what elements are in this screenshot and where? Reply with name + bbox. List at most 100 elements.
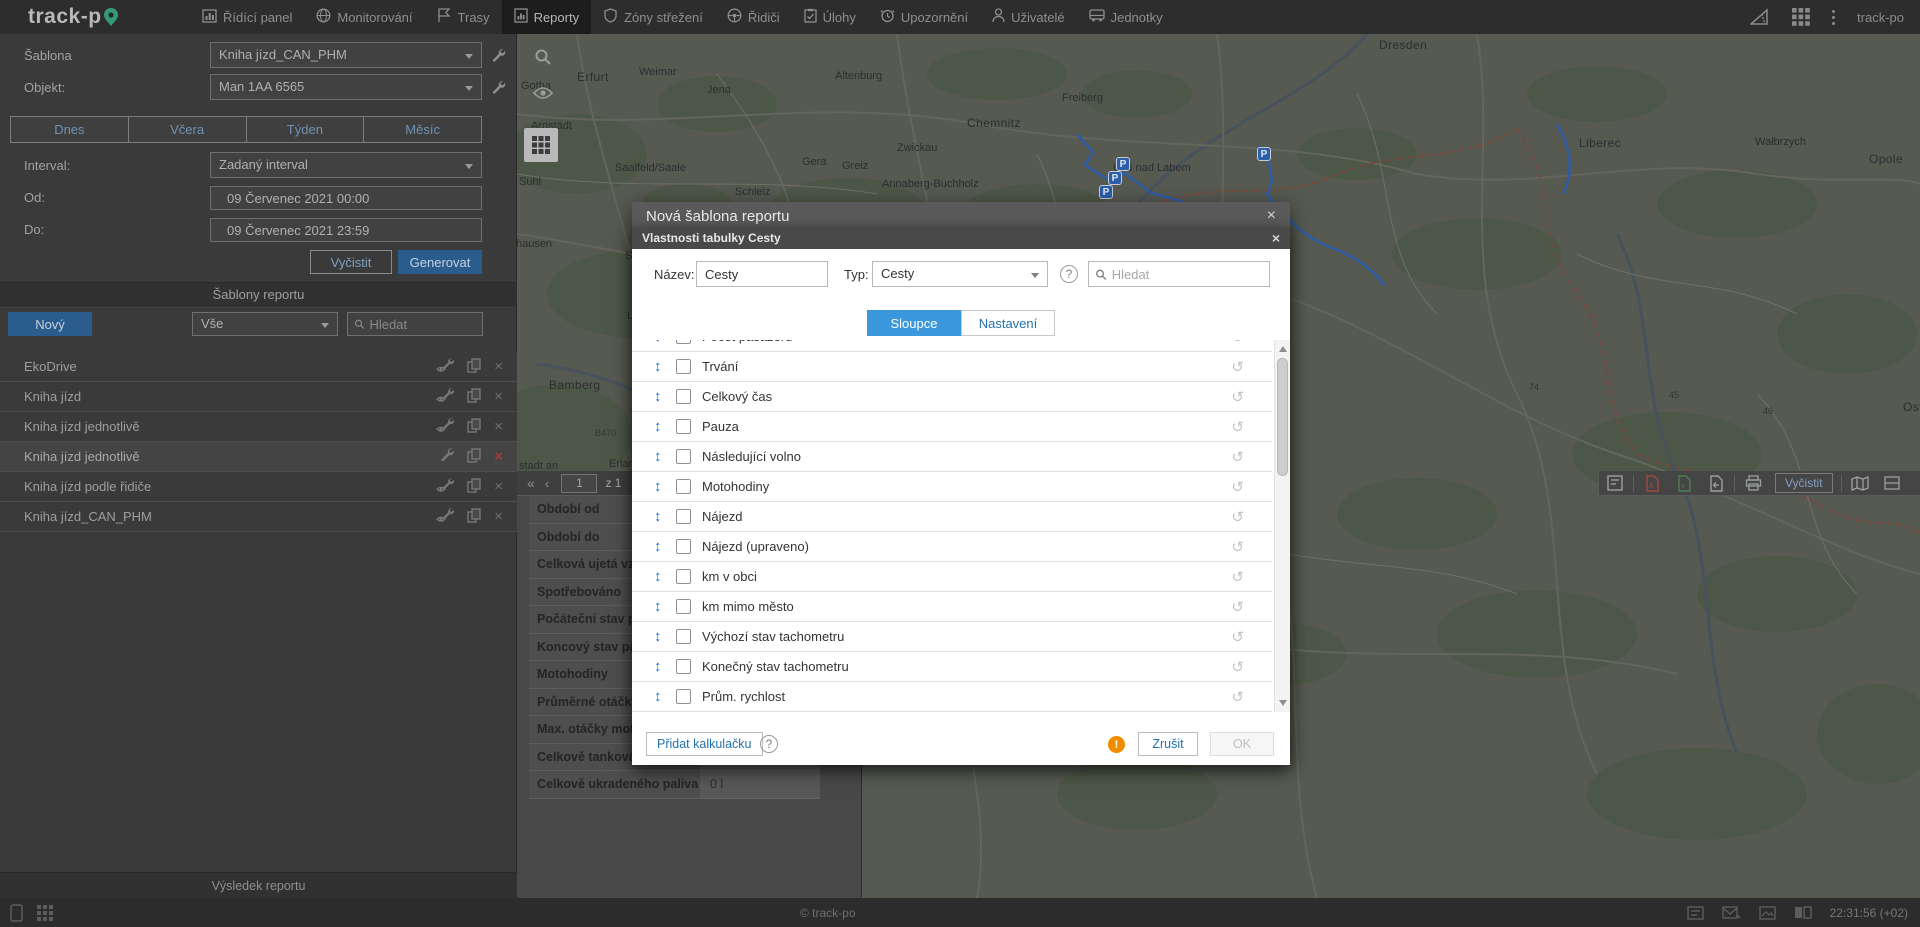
help-icon[interactable]: ?	[760, 735, 778, 753]
parking-marker[interactable]: P	[1257, 147, 1271, 161]
template-filter-select[interactable]: Vše	[192, 312, 338, 336]
list-scrollbar[interactable]	[1274, 340, 1290, 712]
delete-icon[interactable]: ×	[494, 479, 503, 494]
undo-icon[interactable]: ↺	[1231, 568, 1244, 586]
copy-icon[interactable]	[467, 508, 481, 526]
map-zoom-search-button[interactable]	[530, 44, 556, 70]
template-row[interactable]: Kniha jízd×	[0, 382, 517, 412]
object-settings-button[interactable]	[490, 79, 506, 98]
move-vertical-icon[interactable]: ↕	[654, 568, 670, 585]
parking-marker[interactable]: P	[1116, 157, 1130, 171]
template-row[interactable]: Kniha jízd_CAN_PHM×	[0, 502, 517, 532]
move-vertical-icon[interactable]: ↕	[654, 538, 670, 555]
apps-grid-icon[interactable]	[1792, 8, 1810, 26]
layout-icon[interactable]	[1794, 906, 1812, 919]
close-icon[interactable]: ×	[1272, 231, 1280, 245]
template-row[interactable]: Kniha jízd jednotlivě×	[0, 442, 517, 472]
to-date-input[interactable]	[210, 218, 482, 242]
template-row[interactable]: Kniha jízd jednotlivě×	[0, 412, 517, 442]
prev-page-button[interactable]: ‹	[545, 475, 550, 491]
column-checkbox[interactable]	[676, 449, 691, 464]
nav-item-z-ny-st-e-en-[interactable]: Zóny střežení	[591, 0, 715, 34]
scroll-down-icon[interactable]	[1279, 700, 1287, 706]
column-checkbox[interactable]	[676, 389, 691, 404]
nav-item-upozorn-n-[interactable]: Upozornění	[868, 0, 980, 34]
template-row[interactable]: EkoDrive×	[0, 352, 517, 382]
move-vertical-icon[interactable]: ↕	[654, 508, 670, 525]
column-checkbox[interactable]	[676, 419, 691, 434]
column-checkbox[interactable]	[676, 359, 691, 374]
ok-button[interactable]: OK	[1210, 732, 1274, 756]
show-on-map-button[interactable]	[1844, 471, 1876, 496]
template-search-input[interactable]	[369, 317, 476, 332]
tab-sloupce[interactable]: Sloupce	[867, 310, 961, 336]
split-view-button[interactable]	[1876, 471, 1908, 496]
export-pdf-button[interactable]: A	[1636, 471, 1668, 496]
page-number-input[interactable]: 1	[561, 474, 597, 493]
nav-item-monitorov-n-[interactable]: Monitorování	[304, 0, 424, 34]
undo-icon[interactable]: ↺	[1231, 478, 1244, 496]
scrollbar-thumb[interactable]	[1277, 358, 1288, 476]
column-search-input[interactable]	[1112, 267, 1263, 282]
move-vertical-icon[interactable]: ↕	[654, 358, 670, 375]
notes-icon[interactable]	[1687, 906, 1704, 920]
undo-icon[interactable]: ↺	[1231, 598, 1244, 616]
wrench-eye-icon[interactable]	[436, 357, 454, 376]
undo-icon[interactable]: ↺	[1231, 538, 1244, 556]
close-icon[interactable]: ×	[1267, 208, 1276, 224]
undo-icon[interactable]: ↺	[1231, 448, 1244, 466]
column-checkbox[interactable]	[676, 689, 691, 704]
undo-icon[interactable]: ↺	[1231, 688, 1244, 706]
wrench-icon[interactable]	[438, 447, 454, 466]
quick-button-včera[interactable]: Včera	[129, 117, 247, 142]
undo-icon[interactable]: ↺	[1231, 658, 1244, 676]
move-vertical-icon[interactable]: ↕	[654, 688, 670, 705]
delete-icon[interactable]: ×	[494, 449, 503, 464]
image-icon[interactable]	[1759, 906, 1776, 920]
new-template-button[interactable]: Nový	[8, 312, 92, 336]
copy-icon[interactable]	[467, 358, 481, 376]
move-vertical-icon[interactable]: ↕	[654, 448, 670, 465]
nav-item-u-ivatel-[interactable]: Uživatelé	[980, 0, 1076, 34]
undo-icon[interactable]: ↺	[1231, 508, 1244, 526]
measure-ruler-icon[interactable]	[1750, 8, 1770, 26]
delete-icon[interactable]: ×	[494, 389, 503, 404]
template-row[interactable]: Kniha jízd podle řidiče×	[0, 472, 517, 502]
column-checkbox[interactable]	[676, 569, 691, 584]
more-options-kebab-icon[interactable]	[1832, 10, 1835, 25]
add-calculator-button[interactable]: Přidat kalkulačku	[646, 732, 763, 756]
parking-marker[interactable]: P	[1099, 185, 1113, 199]
column-checkbox[interactable]	[676, 659, 691, 674]
wrench-eye-icon[interactable]	[436, 477, 454, 496]
move-vertical-icon[interactable]: ↕	[654, 628, 670, 645]
nav-item-jednotky[interactable]: Jednotky	[1077, 0, 1175, 34]
undo-icon[interactable]: ↺	[1231, 340, 1244, 346]
delete-icon[interactable]: ×	[494, 419, 503, 434]
column-checkbox[interactable]	[676, 340, 691, 344]
move-vertical-icon[interactable]: ↕	[654, 340, 670, 345]
first-page-button[interactable]: «	[527, 475, 535, 491]
export-file-button[interactable]	[1700, 471, 1732, 496]
undo-icon[interactable]: ↺	[1231, 358, 1244, 376]
nav-item--idi-i[interactable]: Řidiči	[715, 0, 792, 34]
account-label[interactable]: track-po	[1857, 10, 1904, 25]
move-vertical-icon[interactable]: ↕	[654, 418, 670, 435]
table-name-input[interactable]	[696, 261, 828, 287]
wrench-eye-icon[interactable]	[436, 417, 454, 436]
move-vertical-icon[interactable]: ↕	[654, 598, 670, 615]
print-button[interactable]	[1737, 471, 1769, 496]
undo-icon[interactable]: ↺	[1231, 628, 1244, 646]
mail-icon[interactable]	[1722, 906, 1741, 920]
cancel-button[interactable]: Zrušit	[1138, 732, 1198, 756]
apps-grid-icon[interactable]	[37, 905, 53, 921]
object-select[interactable]: Man 1AA 6565	[210, 74, 482, 100]
quick-button-měsíc[interactable]: Měsíc	[364, 117, 481, 142]
nav-item--d-c-panel[interactable]: Řídící panel	[190, 0, 304, 34]
help-icon[interactable]: ?	[1060, 265, 1078, 283]
nav-item-trasy[interactable]: Trasy	[425, 0, 502, 34]
column-checkbox[interactable]	[676, 629, 691, 644]
template-select[interactable]: Kniha jízd_CAN_PHM	[210, 42, 482, 68]
move-vertical-icon[interactable]: ↕	[654, 388, 670, 405]
nav-item--lohy[interactable]: Úlohy	[792, 0, 868, 34]
parking-marker[interactable]: P	[1108, 171, 1122, 185]
